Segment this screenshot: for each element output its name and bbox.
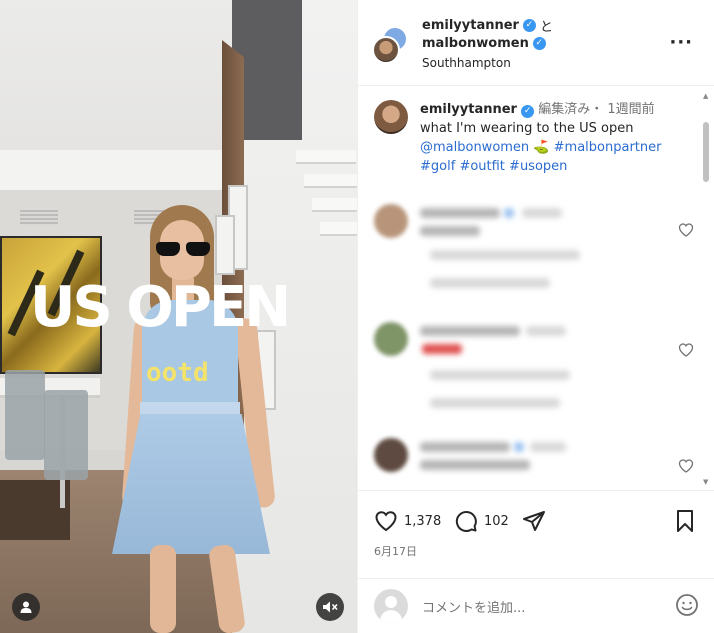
post-media[interactable]: US OPEN ootd	[0, 0, 357, 633]
avatar	[374, 438, 408, 472]
like-comment-heart-icon[interactable]	[678, 342, 694, 358]
like-comment-heart-icon[interactable]	[678, 222, 694, 238]
overlay-title: US OPEN	[30, 275, 291, 340]
hashtag-link[interactable]: #usopen	[509, 159, 567, 174]
comment-bubble-icon[interactable]	[454, 509, 478, 533]
tagged-users-button[interactable]	[12, 593, 40, 621]
post-location[interactable]: Southhampton	[422, 56, 511, 70]
comment-item	[374, 204, 694, 314]
avatar	[372, 36, 400, 64]
comment-input[interactable]: コメントを追加...	[422, 597, 525, 616]
comment-item	[374, 322, 694, 432]
instagram-post-modal: US OPEN ootd emilyytanner ✓ と malbonwome…	[0, 0, 714, 633]
caption-username[interactable]: emilyytanner	[420, 102, 517, 117]
save-bookmark-icon[interactable]	[674, 509, 696, 533]
speaker-muted-icon	[323, 601, 338, 613]
mention-link[interactable]: @malbonwomen	[420, 140, 529, 155]
post-actions: 1,378 102 6月17日	[358, 490, 714, 580]
comments-scrollbar[interactable]: ▲ ▼	[702, 92, 710, 486]
avatar	[374, 322, 408, 356]
avatar	[374, 589, 408, 623]
verified-badge-icon: ✓	[532, 37, 546, 50]
scroll-down-arrow-icon[interactable]: ▼	[703, 478, 708, 486]
scroll-thumb[interactable]	[703, 122, 709, 182]
hashtag-link[interactable]: #golf	[420, 159, 455, 174]
avatar[interactable]	[374, 100, 408, 134]
collab-avatars[interactable]	[372, 26, 412, 66]
add-comment-bar: コメントを追加...	[358, 578, 714, 633]
author-username[interactable]: emilyytanner	[422, 18, 519, 33]
collab-conjunction: と	[539, 20, 553, 35]
caption-meta: 編集済み・ 1週間前	[538, 102, 655, 117]
post-details-panel: emilyytanner ✓ と malbonwomen ✓ Southhamp…	[357, 0, 714, 633]
mute-button[interactable]	[316, 593, 344, 621]
like-heart-icon[interactable]	[374, 509, 398, 533]
verified-badge-icon: ✓	[522, 19, 536, 32]
like-comment-heart-icon[interactable]	[678, 458, 694, 474]
like-count[interactable]: 1,378	[404, 514, 441, 529]
sunglasses	[156, 242, 210, 256]
share-paper-plane-icon[interactable]	[522, 509, 546, 533]
emoji-icon[interactable]	[675, 593, 699, 617]
post-header: emilyytanner ✓ と malbonwomen ✓ Southhamp…	[358, 0, 714, 86]
golf-emoji: ⛳	[533, 140, 550, 155]
more-options-icon[interactable]: ···	[669, 32, 693, 53]
scroll-up-arrow-icon[interactable]: ▲	[703, 92, 708, 100]
verified-badge-icon: ✓	[521, 105, 535, 118]
post-date[interactable]: 6月17日	[374, 543, 417, 559]
hashtag-link[interactable]: #malbonpartner	[554, 140, 662, 155]
person-icon	[20, 601, 32, 613]
comment-count[interactable]: 102	[484, 514, 509, 529]
comment-item	[374, 438, 694, 490]
overlay-subtitle: ootd	[146, 358, 209, 388]
collab-username[interactable]: malbonwomen	[422, 36, 529, 51]
comments-section[interactable]: emilyytanner ✓ 編集済み・ 1週間前 what I'm weari…	[358, 86, 714, 490]
caption-text: what I'm wearing to the US open	[420, 121, 634, 136]
avatar	[374, 204, 408, 238]
hashtag-link[interactable]: #outfit	[459, 159, 504, 174]
